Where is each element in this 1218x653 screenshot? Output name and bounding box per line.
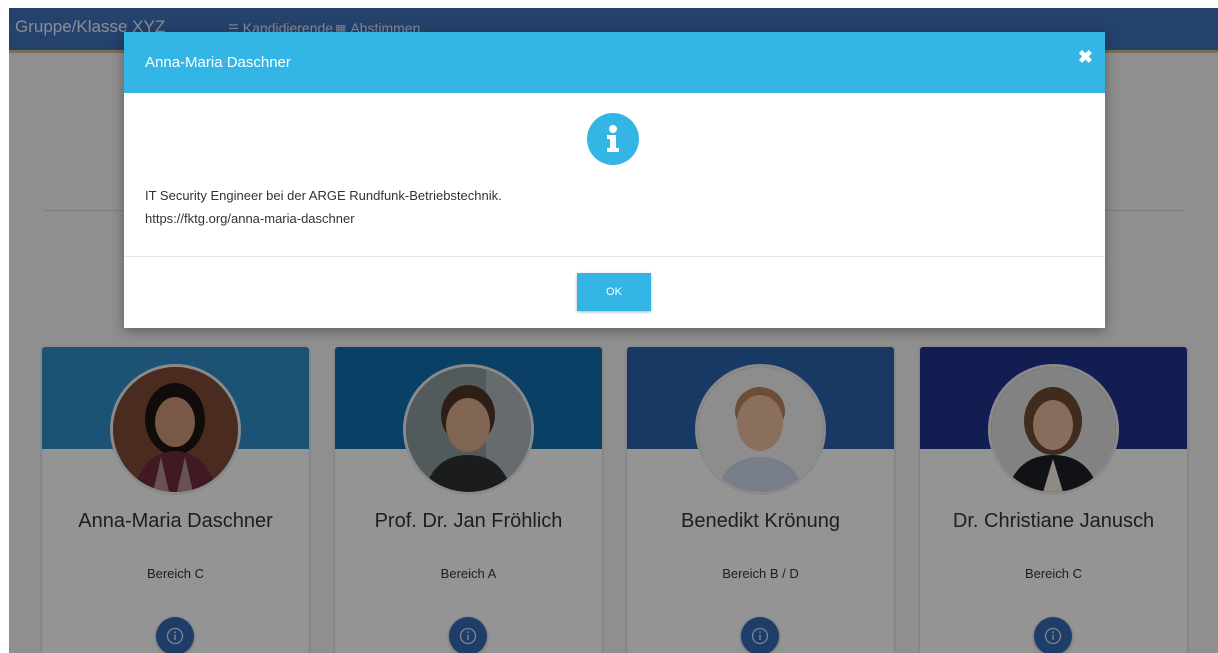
modal-link[interactable]: https://fktg.org/anna-maria-daschner: [145, 207, 502, 230]
browser-viewport: Gruppe/Klasse XYZ ☰ Kandidierende ▦ Abstim…: [9, 8, 1218, 653]
modal-title: Anna-Maria Daschner: [145, 54, 291, 71]
ok-button[interactable]: OK: [577, 273, 651, 311]
info-icon: [587, 113, 639, 165]
info-modal: Anna-Maria Daschner ✖ IT Security Engine…: [124, 32, 1105, 328]
close-icon[interactable]: ✖: [1078, 47, 1093, 68]
modal-body: IT Security Engineer bei der ARGE Rundfu…: [145, 184, 502, 230]
modal-divider: [124, 256, 1105, 257]
modal-description: IT Security Engineer bei der ARGE Rundfu…: [145, 188, 502, 203]
modal-header: Anna-Maria Daschner ✖: [124, 32, 1105, 93]
